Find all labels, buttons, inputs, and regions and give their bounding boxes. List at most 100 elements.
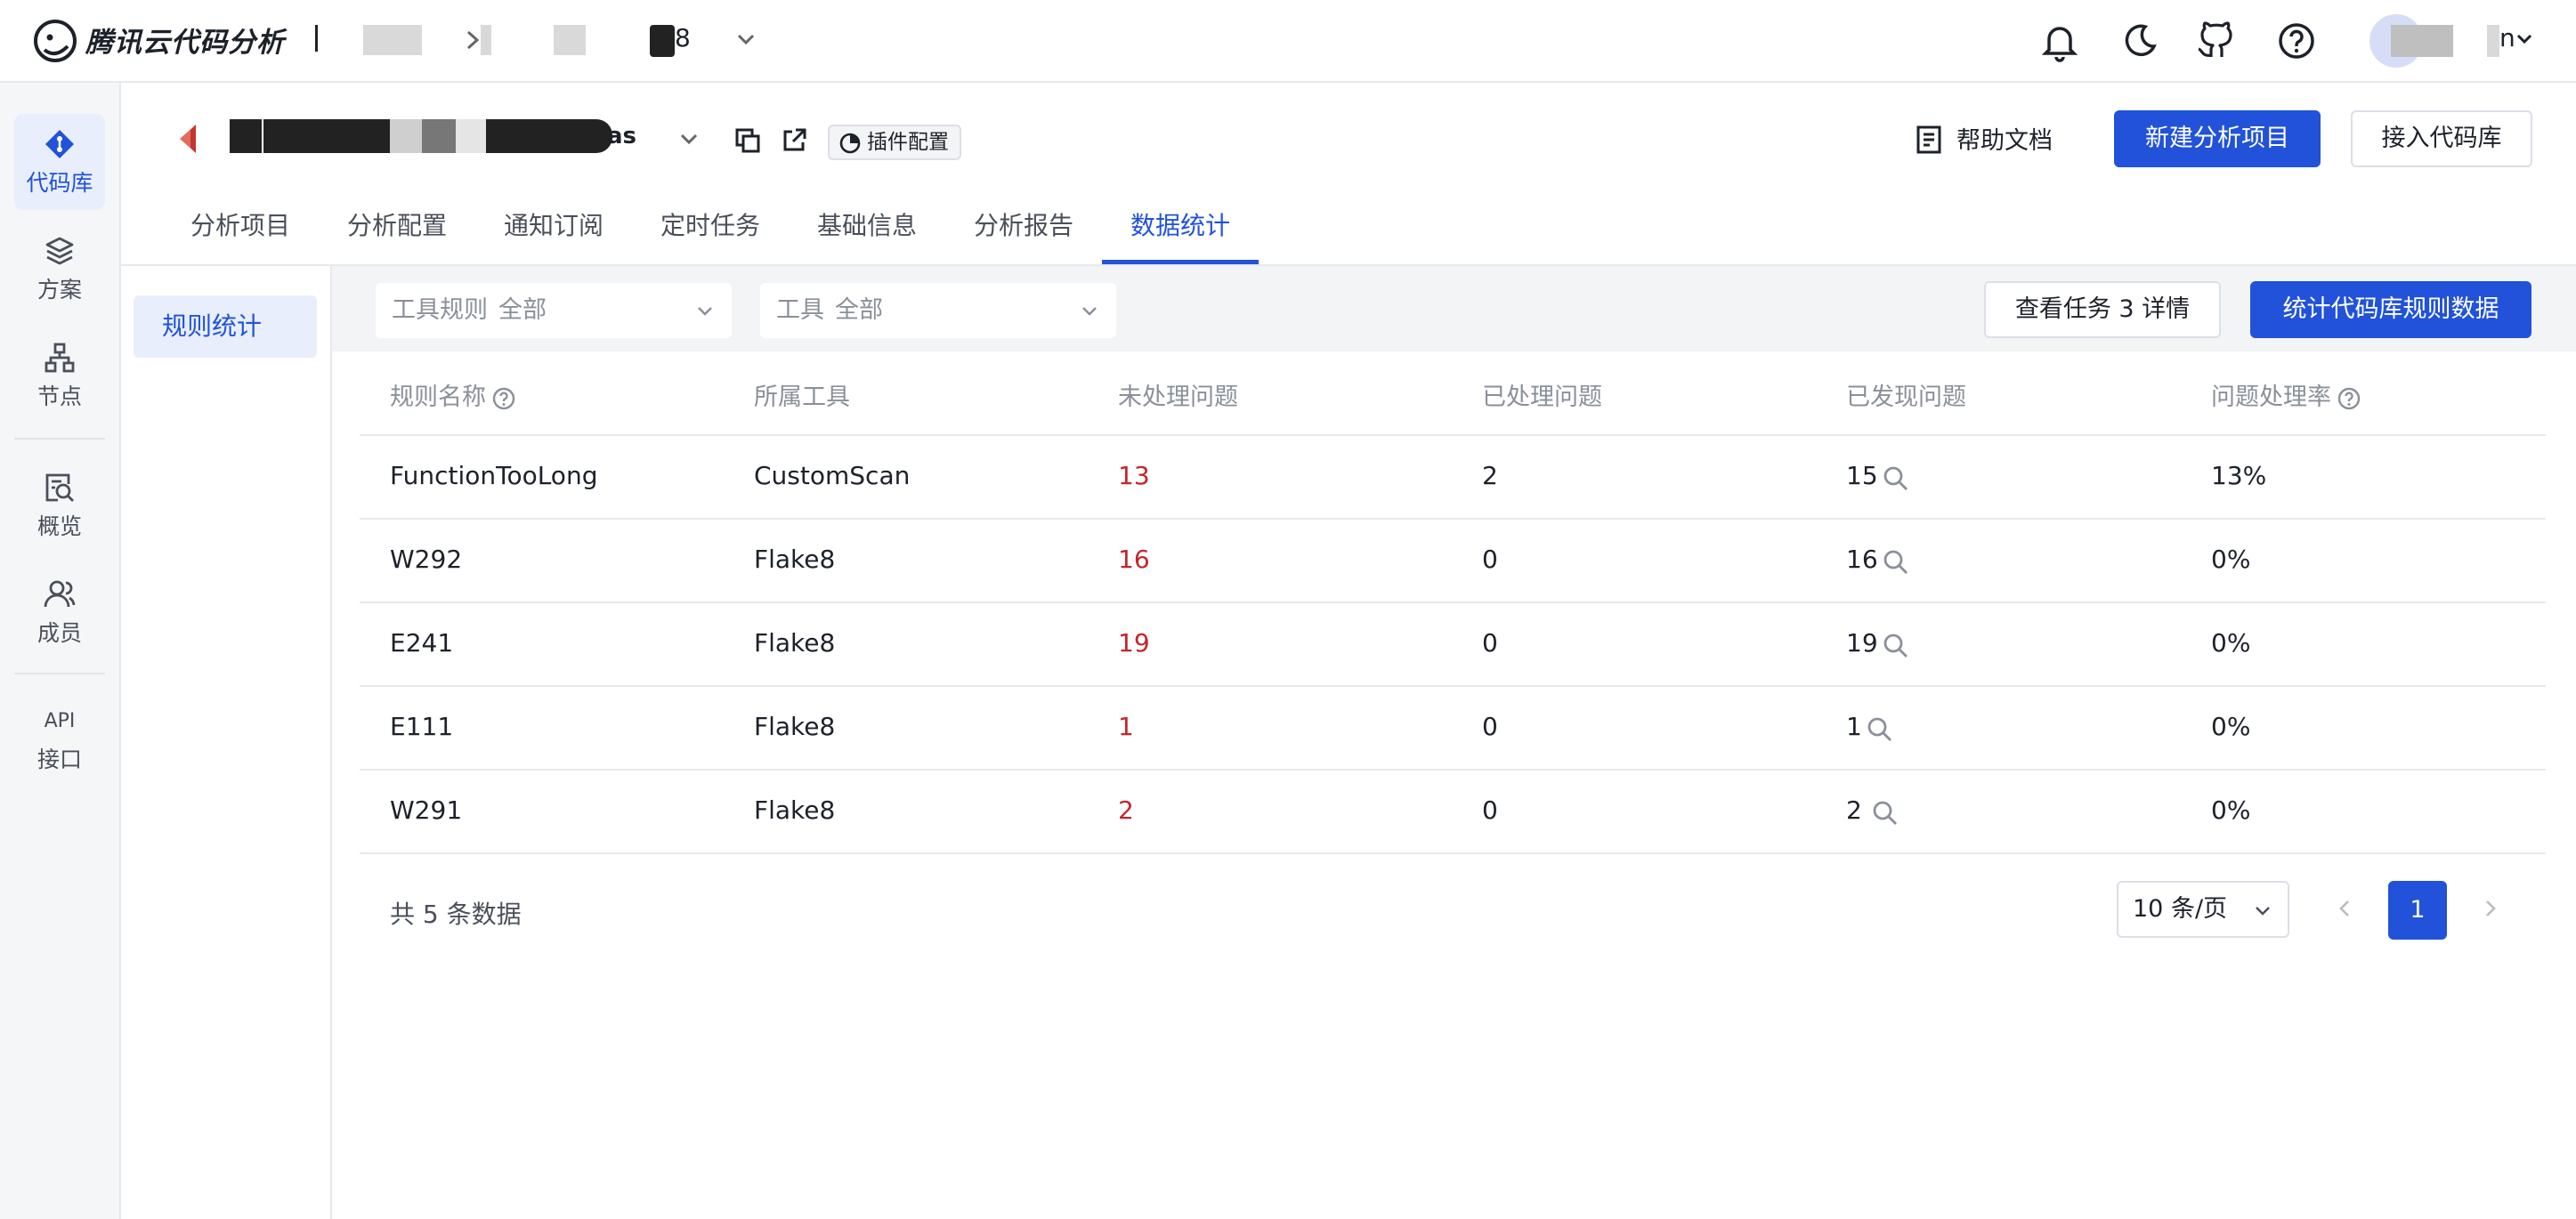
- external-link-icon[interactable]: [780, 126, 808, 155]
- sidebar-item-label: 成员: [36, 620, 82, 646]
- sidebar-item-label: 概览: [36, 513, 82, 539]
- help-circle-icon[interactable]: [2275, 20, 2318, 62]
- cell-unhandled[interactable]: 16: [1118, 545, 1150, 574]
- cell-unhandled[interactable]: 1: [1118, 712, 1134, 741]
- cell-handle-rate: 0%: [2211, 795, 2251, 825]
- col-header-label: 问题处理率: [2211, 383, 2331, 411]
- sidebar-item-label: 方案: [36, 277, 82, 303]
- breadcrumb-project-redacted[interactable]: [554, 25, 586, 55]
- cell-rule-name: FunctionTooLong: [390, 461, 598, 490]
- col-header-unhandled: 未处理问题: [1118, 383, 1238, 411]
- prev-page-icon[interactable]: [2332, 895, 2359, 922]
- sidebar-item-label: 代码库: [26, 170, 93, 196]
- repo-icon: [45, 130, 74, 158]
- chevron-down-icon[interactable]: [733, 27, 758, 52]
- search-icon[interactable]: [1882, 548, 1910, 577]
- page-size-value: 10 条/页: [2133, 895, 2228, 923]
- search-icon[interactable]: [1871, 799, 1900, 827]
- cell-handled: 2: [1482, 461, 1498, 490]
- project-name-text: as: [607, 123, 637, 149]
- page-button-current[interactable]: 1: [2388, 881, 2447, 940]
- row-divider: [360, 852, 2546, 854]
- sidebar-item-label: 接口: [36, 747, 82, 772]
- sub-nav: [121, 266, 332, 1219]
- tab-scheduled-tasks[interactable]: 定时任务: [660, 206, 760, 242]
- next-page-icon[interactable]: [2476, 895, 2503, 922]
- connect-repo-button[interactable]: 接入代码库: [2351, 110, 2532, 167]
- tool-filter-select[interactable]: 工具 全部: [760, 283, 1116, 338]
- search-icon[interactable]: [1866, 715, 1894, 744]
- project-flag-icon: [180, 125, 196, 153]
- sidebar-item-scheme[interactable]: 方案: [14, 221, 105, 317]
- col-header-tool: 所属工具: [754, 383, 850, 411]
- search-icon[interactable]: [1882, 632, 1910, 660]
- chevron-down-icon[interactable]: [2514, 28, 2535, 50]
- breadcrumb-repo-redacted[interactable]: [650, 25, 675, 57]
- top-header: 腾讯云代码分析 8 n: [0, 0, 2576, 83]
- project-name-redacted: [390, 119, 422, 153]
- help-circle-icon[interactable]: [2337, 386, 2361, 411]
- chevron-down-icon[interactable]: [676, 126, 701, 151]
- sidebar-item-overview[interactable]: 概览: [14, 457, 105, 553]
- breadcrumb-org-redacted[interactable]: [363, 25, 422, 55]
- page-size-select[interactable]: 10 条/页: [2117, 881, 2289, 938]
- cell-unhandled[interactable]: 13: [1118, 461, 1150, 490]
- search-icon[interactable]: [1882, 464, 1910, 493]
- cell-unhandled[interactable]: 2: [1118, 795, 1134, 825]
- chevron-down-icon: [698, 307, 712, 316]
- rule-filter-select[interactable]: 工具规则 全部: [376, 283, 732, 338]
- plugin-config-button[interactable]: 插件配置: [828, 125, 961, 160]
- tca-logo-icon[interactable]: [32, 18, 78, 64]
- tool-filter-label: 工具: [776, 296, 824, 324]
- cell-rule-name: W292: [390, 545, 463, 574]
- tab-basic-info[interactable]: 基础信息: [817, 206, 917, 242]
- tab-data-statistics[interactable]: 数据统计: [1130, 206, 1230, 242]
- username-redacted[interactable]: [2391, 25, 2453, 57]
- table-header-divider: [360, 434, 2546, 436]
- breadcrumb-team-redacted[interactable]: [481, 25, 491, 55]
- total-count: 共 5 条数据: [390, 900, 522, 929]
- brand-title[interactable]: 腾讯云代码分析: [85, 20, 285, 60]
- cell-handled: 0: [1482, 795, 1498, 825]
- document-icon[interactable]: [1916, 125, 1942, 155]
- plugin-icon: [839, 133, 861, 154]
- cell-found: 15: [1846, 461, 1878, 490]
- github-icon[interactable]: [2195, 20, 2238, 62]
- cell-unhandled[interactable]: 19: [1118, 628, 1150, 658]
- cell-tool: Flake8: [754, 795, 836, 825]
- tab-analysis-config[interactable]: 分析配置: [347, 206, 447, 242]
- tab-analysis-projects[interactable]: 分析项目: [190, 206, 290, 242]
- members-icon: [44, 580, 76, 608]
- view-task-details-button[interactable]: 查看任务 3 详情: [1984, 281, 2221, 338]
- row-divider: [360, 769, 2546, 771]
- row-divider: [360, 685, 2546, 687]
- chevron-down-icon: [1082, 307, 1097, 316]
- sidebar-divider: [14, 673, 105, 674]
- username-redacted-2[interactable]: [2487, 25, 2499, 57]
- cell-rule-name: E111: [390, 712, 454, 741]
- node-icon: [45, 343, 75, 373]
- compute-rule-stats-button[interactable]: 统计代码库规则数据: [2250, 281, 2531, 338]
- cell-found: 2: [1846, 795, 1862, 825]
- cell-handle-rate: 0%: [2211, 712, 2251, 741]
- sidebar-item-node[interactable]: 节点: [14, 327, 105, 424]
- cell-found: 16: [1846, 545, 1878, 574]
- cell-tool: Flake8: [754, 545, 836, 574]
- col-header-label: 规则名称: [390, 383, 486, 411]
- tab-notifications[interactable]: 通知订阅: [504, 206, 603, 242]
- copy-icon[interactable]: [733, 126, 762, 155]
- help-circle-icon[interactable]: [491, 386, 516, 411]
- bell-icon[interactable]: [2038, 20, 2081, 62]
- sidebar-item-api[interactable]: API 接口: [14, 692, 105, 788]
- sidebar-item-members[interactable]: 成员: [14, 564, 105, 660]
- cell-tool: Flake8: [754, 712, 836, 741]
- help-docs-link[interactable]: 帮助文档: [1956, 121, 2053, 156]
- new-analysis-project-button[interactable]: 新建分析项目: [2114, 110, 2321, 167]
- tab-analysis-report[interactable]: 分析报告: [974, 206, 1073, 242]
- moon-icon[interactable]: [2118, 20, 2161, 62]
- cell-found: 19: [1846, 628, 1878, 658]
- breadcrumb-repo-text[interactable]: 8: [675, 23, 691, 52]
- subnav-item-rule-stats[interactable]: 规则统计: [134, 295, 317, 358]
- layers-icon: [45, 237, 74, 265]
- sidebar-item-repo[interactable]: 代码库: [14, 114, 105, 210]
